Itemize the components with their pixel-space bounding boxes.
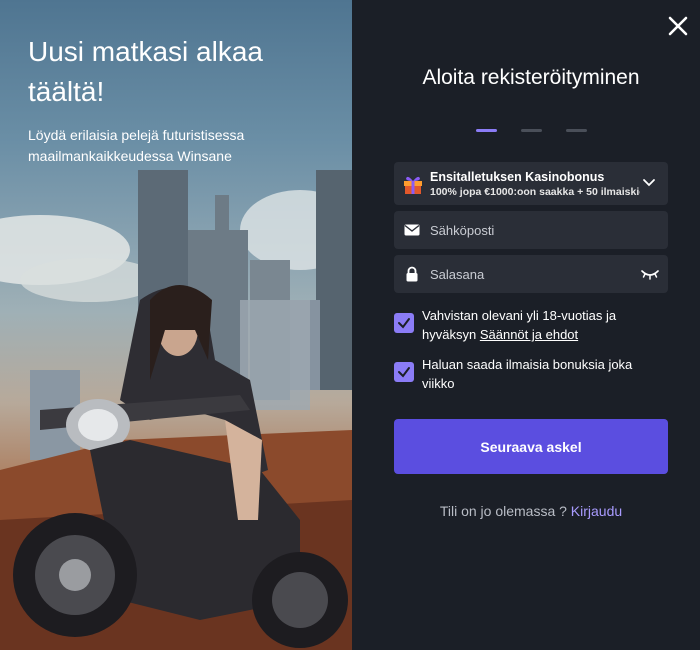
login-prompt: Tili on jo olemassa ? Kirjaudu: [352, 503, 700, 519]
envelope-icon: [404, 224, 420, 236]
terms-link[interactable]: Säännöt ja ehdot: [480, 327, 578, 342]
bonus-description: 100% jopa €1000:oon saakka + 50 ilmaiski…: [430, 185, 640, 198]
next-step-button[interactable]: Seuraava askel: [394, 419, 668, 474]
bonus-optin-row: Haluan saada ilmaisia bonuksia joka viik…: [394, 355, 664, 393]
hero-subtitle: Löydä erilaisia pelejä futuristisessa ma…: [28, 127, 245, 164]
lock-icon: [406, 266, 418, 282]
bonus-optin-label: Haluan saada ilmaisia bonuksia joka viik…: [422, 357, 633, 391]
step-3: [566, 129, 587, 132]
form-title: Aloita rekisteröityminen: [422, 66, 640, 89]
password-input[interactable]: [430, 266, 630, 282]
hero-title: Uusi matkasi alkaa täältä!: [28, 36, 263, 107]
bonus-optin-checkbox[interactable]: [394, 362, 414, 382]
bonus-select[interactable]: Ensitalletuksen Kasinobonus 100% jopa €1…: [394, 162, 668, 205]
terms-label: Vahvistan olevani yli 18-vuotias ja hyvä…: [422, 306, 664, 344]
close-icon[interactable]: [666, 14, 690, 38]
login-link[interactable]: Kirjaudu: [571, 503, 622, 519]
bonus-title: Ensitalletuksen Kasinobonus: [430, 169, 605, 184]
terms-checkbox-row: Vahvistan olevani yli 18-vuotias ja hyvä…: [394, 306, 664, 344]
hero-panel: Uusi matkasi alkaa täältä! Löydä erilais…: [0, 0, 352, 650]
step-indicator: [476, 129, 587, 132]
checkmark-icon: [398, 367, 410, 378]
step-2: [521, 129, 542, 132]
email-field[interactable]: [394, 211, 668, 249]
step-1: [476, 129, 497, 132]
login-prompt-text: Tili on jo olemassa ?: [439, 503, 567, 519]
terms-checkbox[interactable]: [394, 313, 414, 333]
password-field[interactable]: [394, 255, 668, 293]
eye-closed-icon[interactable]: [640, 267, 660, 281]
chevron-down-icon: [643, 179, 655, 187]
registration-panel: Aloita rekisteröityminen Ensitalletuksen…: [352, 0, 700, 650]
email-input[interactable]: [430, 222, 630, 238]
checkmark-icon: [398, 318, 410, 329]
gift-icon: [404, 176, 422, 194]
